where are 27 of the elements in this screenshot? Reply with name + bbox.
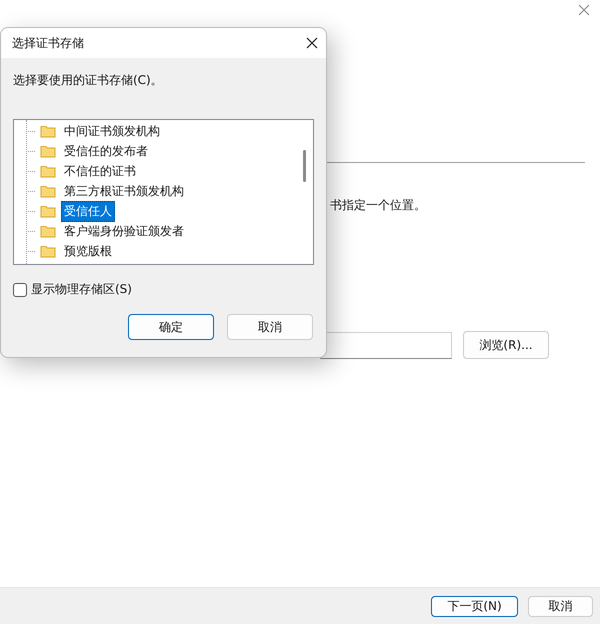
ok-button[interactable]: 确定	[128, 314, 214, 340]
prompt-text: 选择要使用的证书存储(C)。	[13, 72, 164, 89]
tree-item[interactable]: 客户端身份验证颁发者	[61, 220, 187, 242]
folder-icon	[40, 224, 56, 238]
tree-item[interactable]: 不信任的证书	[61, 160, 139, 182]
checkbox[interactable]	[13, 282, 27, 296]
folder-icon	[40, 204, 56, 218]
browse-button[interactable]: 浏览(R)...	[463, 331, 549, 359]
tree-item[interactable]: 受信任人	[61, 200, 115, 222]
folder-icon	[40, 244, 56, 258]
tree-item[interactable]: 第三方根证书颁发机构	[61, 180, 187, 202]
checkbox-label: 显示物理存储区(S)	[31, 281, 132, 298]
tree-item[interactable]: 受信任的发布者	[61, 140, 151, 162]
cancel-button[interactable]: 取消	[227, 314, 313, 340]
tree-item[interactable]: 中间证书颁发机构	[61, 120, 163, 142]
folder-icon	[40, 164, 56, 178]
dialog-title: 选择证书存储	[12, 34, 84, 52]
close-icon[interactable]	[306, 37, 318, 49]
tree-item[interactable]: 预览版根	[61, 240, 115, 262]
instruction-text: 书指定一个位置。	[329, 197, 427, 214]
folder-icon	[40, 124, 56, 138]
folder-icon	[40, 184, 56, 198]
cancel-button[interactable]: 取消	[528, 596, 593, 616]
path-field[interactable]	[320, 332, 452, 358]
folder-icon	[40, 144, 56, 158]
scrollbar-thumb[interactable]	[303, 150, 306, 182]
next-button[interactable]: 下一页(N)	[431, 596, 518, 616]
